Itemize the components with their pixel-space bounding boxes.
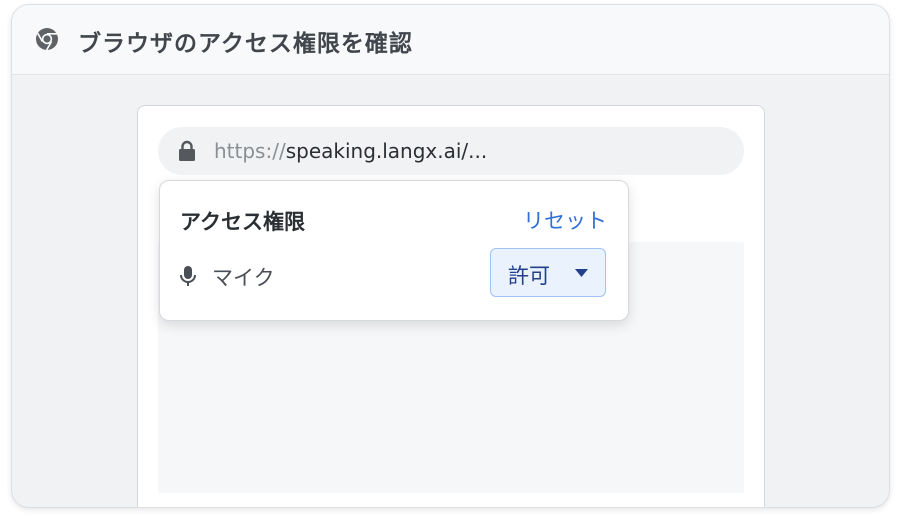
lock-icon[interactable]: [176, 140, 198, 162]
caret-down-icon: [575, 269, 588, 277]
select-value: 許可: [508, 264, 550, 288]
card-header: ブラウザのアクセス権限を確認: [12, 5, 889, 75]
url-text[interactable]: https://speaking.langx.ai/...: [214, 139, 487, 163]
url-host-path: speaking.langx.ai/...: [285, 139, 488, 163]
microphone-icon: [180, 266, 196, 286]
url-scheme: https://: [214, 139, 286, 163]
microphone-permission-select[interactable]: 許可: [490, 248, 606, 297]
chrome-icon: [36, 28, 58, 51]
address-bar[interactable]: https://speaking.langx.ai/...: [158, 127, 744, 175]
instruction-card: ブラウザのアクセス権限を確認 https://speaking.langx.ai…: [11, 4, 890, 508]
popup-title: アクセス権限: [180, 210, 305, 234]
reset-link[interactable]: リセット: [523, 205, 607, 235]
site-permissions-popup: アクセス権限 リセット マイク 許可: [159, 180, 629, 321]
permission-label-microphone: マイク: [212, 266, 275, 290]
card-title: ブラウザのアクセス権限を確認: [78, 31, 413, 57]
